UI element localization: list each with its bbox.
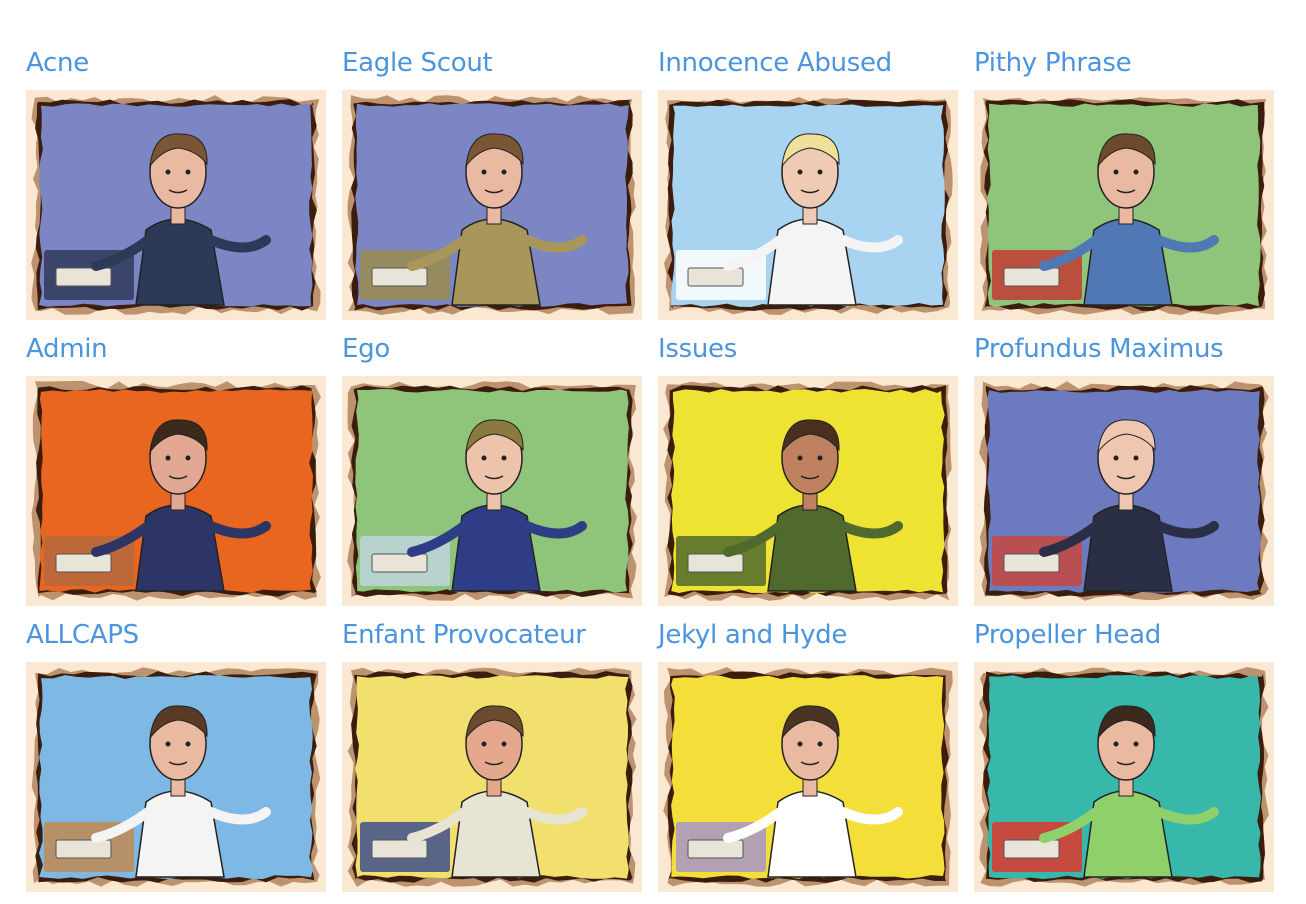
figure-eye: [165, 741, 171, 747]
keyboard-icon: [687, 553, 744, 573]
card[interactable]: Acne: [26, 40, 326, 320]
figure-body: [1083, 218, 1173, 306]
card-illustration[interactable]: [342, 376, 642, 606]
card[interactable]: Issues: [658, 326, 958, 606]
illustration-svg: [980, 97, 1268, 315]
card-title-link[interactable]: Eagle Scout: [342, 46, 493, 80]
keyboard-icon: [371, 553, 428, 573]
keyboard-icon: [55, 267, 112, 287]
card-title-link[interactable]: Pithy Phrase: [974, 46, 1132, 80]
card-illustration[interactable]: [26, 90, 326, 320]
illustration-svg: [347, 95, 636, 315]
card[interactable]: Innocence Abused: [658, 40, 958, 320]
figure-eye: [481, 741, 487, 747]
illustration-svg: [347, 381, 637, 601]
figure-eye: [185, 741, 191, 747]
figure-body: [451, 504, 541, 592]
card-title-link[interactable]: Propeller Head: [974, 618, 1161, 652]
figure-eye: [817, 741, 823, 747]
figure-eye: [165, 169, 171, 175]
card-illustration[interactable]: [974, 376, 1274, 606]
card-illustration[interactable]: [658, 662, 958, 892]
figure-eye: [1113, 169, 1119, 175]
figure-eye: [501, 741, 507, 747]
figure-eye: [165, 455, 171, 461]
card-title-link[interactable]: Acne: [26, 46, 89, 80]
card-title-link[interactable]: Admin: [26, 332, 108, 366]
figure-eye: [817, 169, 823, 175]
illustration-svg: [347, 667, 637, 887]
figure-eye: [501, 455, 507, 461]
card-illustration[interactable]: [342, 662, 642, 892]
illustration-svg: [663, 667, 953, 887]
figure-eye: [1113, 455, 1119, 461]
card[interactable]: Pithy Phrase: [974, 40, 1274, 320]
illustration-svg: [979, 667, 1269, 887]
figure-eye: [1113, 741, 1119, 747]
figure-eye: [1133, 169, 1139, 175]
card-illustration[interactable]: [26, 662, 326, 892]
illustration-svg: [663, 381, 952, 601]
figure-eye: [797, 741, 803, 747]
card-title-link[interactable]: Profundus Maximus: [974, 332, 1224, 366]
figure-body: [451, 790, 541, 878]
card[interactable]: Propeller Head: [974, 612, 1274, 892]
card[interactable]: Ego: [342, 326, 642, 606]
illustration-svg: [31, 667, 321, 887]
card-title-link[interactable]: Issues: [658, 332, 737, 366]
figure-eye: [481, 455, 487, 461]
figure-eye: [501, 169, 507, 175]
keyboard-icon: [371, 839, 428, 859]
card-illustration[interactable]: [26, 376, 326, 606]
keyboard-icon: [1003, 553, 1060, 573]
card-illustration[interactable]: [974, 662, 1274, 892]
figure-body: [767, 218, 857, 306]
figure-body: [767, 504, 857, 592]
illustration-svg: [31, 381, 321, 601]
keyboard-icon: [55, 553, 112, 573]
card-illustration[interactable]: [658, 376, 958, 606]
figure-body: [451, 218, 541, 306]
keyboard-icon: [1003, 267, 1060, 287]
figure-eye: [817, 455, 823, 461]
figure-body: [1083, 504, 1173, 592]
figure-body: [767, 790, 857, 878]
comic-grid: Acne Eagle Scout Innocence Abused Pithy …: [26, 40, 1274, 892]
keyboard-icon: [371, 267, 428, 287]
figure-eye: [481, 169, 487, 175]
illustration-svg: [31, 95, 321, 315]
card-illustration[interactable]: [974, 90, 1274, 320]
figure-eye: [185, 169, 191, 175]
figure-eye: [797, 455, 803, 461]
figure-body: [135, 790, 225, 878]
figure-eye: [797, 169, 803, 175]
figure-eye: [185, 455, 191, 461]
keyboard-icon: [1003, 839, 1060, 859]
figure-eye: [1133, 455, 1139, 461]
illustration-svg: [664, 97, 953, 315]
card-title-link[interactable]: Enfant Provocateur: [342, 618, 586, 652]
figure-eye: [1133, 741, 1139, 747]
card-title-link[interactable]: Ego: [342, 332, 390, 366]
figure-body: [135, 218, 225, 306]
card[interactable]: ALLCAPS: [26, 612, 326, 892]
card[interactable]: Admin: [26, 326, 326, 606]
card[interactable]: Eagle Scout: [342, 40, 642, 320]
keyboard-icon: [687, 839, 744, 859]
card[interactable]: Profundus Maximus: [974, 326, 1274, 606]
card[interactable]: Jekyl and Hyde: [658, 612, 958, 892]
card[interactable]: Enfant Provocateur: [342, 612, 642, 892]
keyboard-icon: [55, 839, 112, 859]
illustration-svg: [979, 381, 1269, 601]
figure-body: [1083, 790, 1173, 878]
card-illustration[interactable]: [658, 90, 958, 320]
card-title-link[interactable]: Innocence Abused: [658, 46, 892, 80]
figure-body: [135, 504, 225, 592]
keyboard-icon: [687, 267, 744, 287]
card-illustration[interactable]: [342, 90, 642, 320]
card-title-link[interactable]: ALLCAPS: [26, 618, 139, 652]
card-title-link[interactable]: Jekyl and Hyde: [658, 618, 847, 652]
